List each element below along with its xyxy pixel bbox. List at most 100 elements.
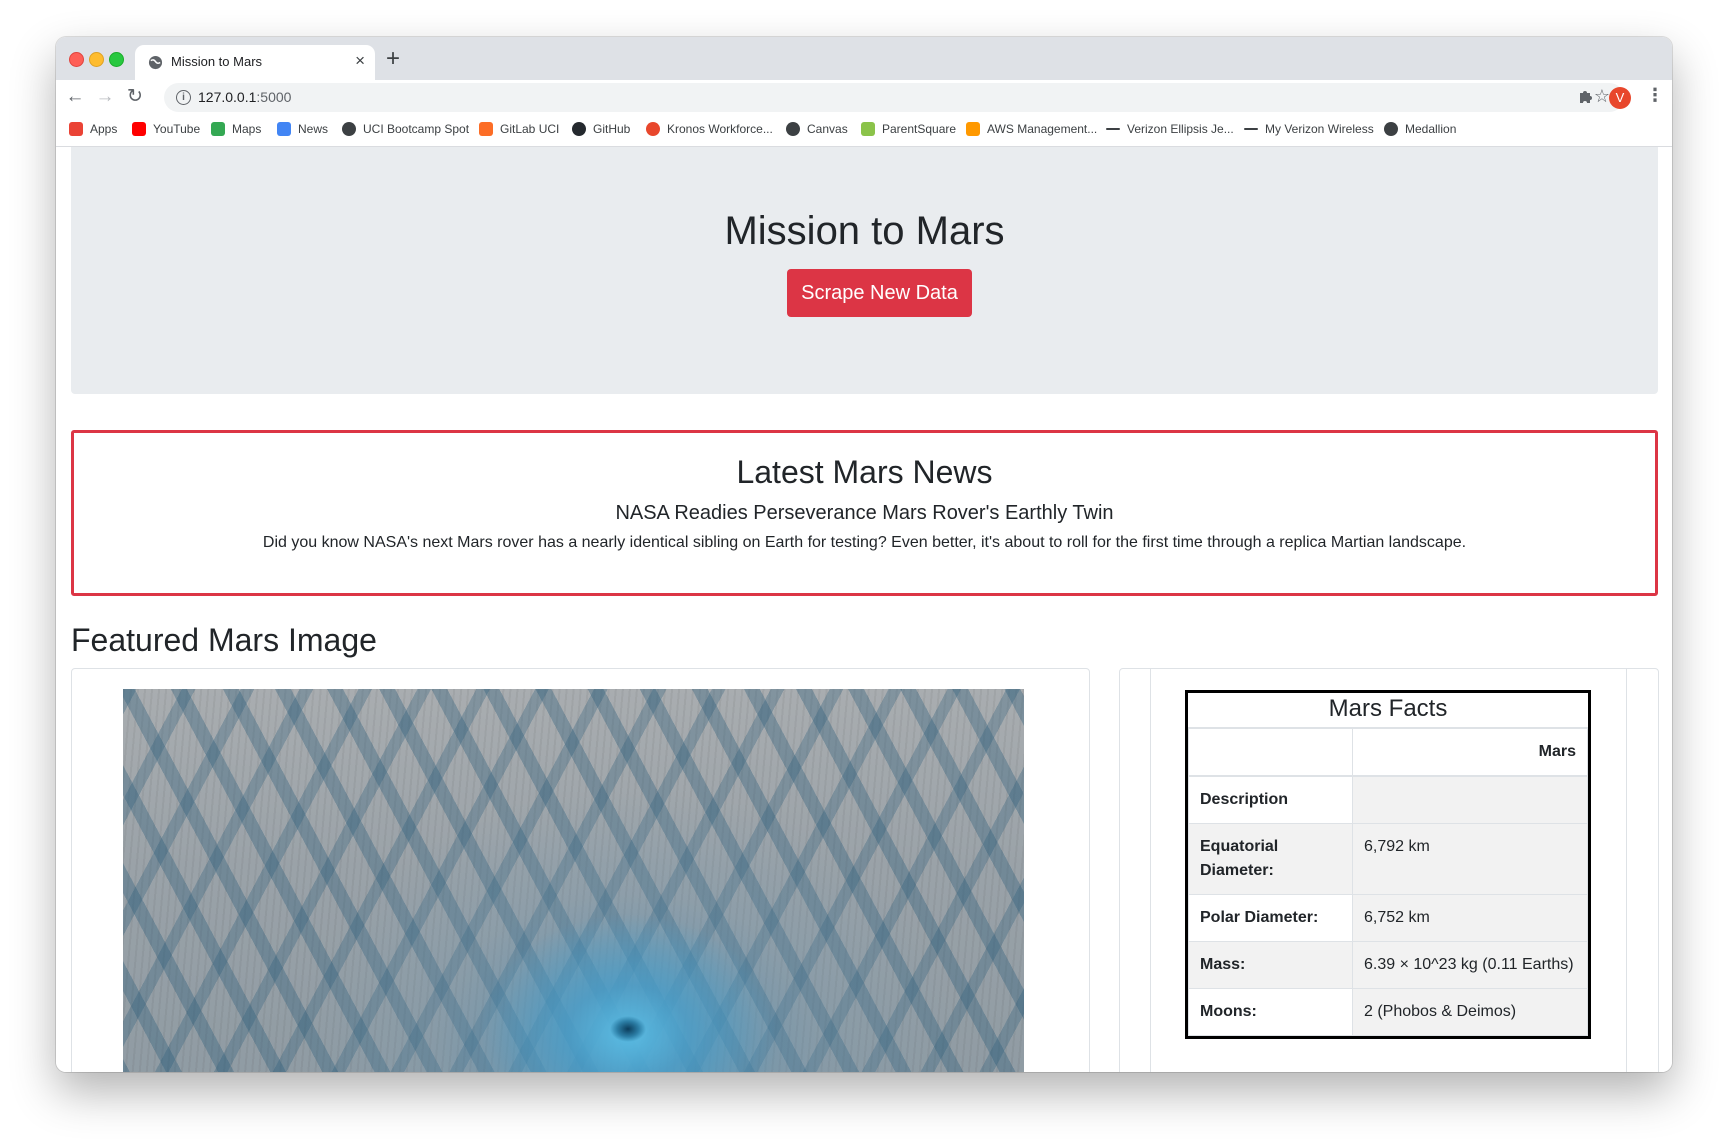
facts-header-mars: Mars — [1352, 728, 1588, 777]
kronos-icon — [646, 122, 660, 136]
facts-grid: Mars Description Equatorial Diameter: 6,79… — [1188, 728, 1588, 1036]
new-tab-button[interactable]: + — [386, 46, 400, 72]
facts-row-value: 6,752 km — [1352, 894, 1588, 942]
facts-row-value: 6.39 × 10^23 kg (0.11 Earths) — [1352, 941, 1588, 989]
facts-row: Polar Diameter: 6,752 km — [1188, 894, 1588, 942]
globe-icon — [148, 55, 163, 70]
parentsquare-icon — [861, 122, 875, 136]
bookmark-kronos-workforce[interactable]: Kronos Workforce... — [646, 122, 773, 136]
bookmark-parentsquare[interactable]: ParentSquare — [861, 122, 956, 136]
github-icon — [572, 122, 586, 136]
bookmark-canvas[interactable]: Canvas — [786, 122, 848, 136]
tab-title: Mission to Mars — [171, 54, 263, 69]
globe-icon — [1384, 122, 1398, 136]
news-icon — [277, 122, 291, 136]
site-info-icon[interactable]: i — [176, 90, 191, 105]
bookmark-label: UCI Bootcamp Spot — [363, 122, 470, 136]
mars-facts-caption: Mars Facts — [1188, 693, 1588, 728]
minimize-window-button[interactable] — [89, 52, 104, 67]
tab-mission-to-mars[interactable]: Mission to Mars × — [135, 45, 375, 80]
bookmarks-bar: Apps YouTube Maps News UCI Bootcamp Spot GitL… — [56, 115, 1672, 147]
aws-icon — [966, 122, 980, 136]
url-host: 127.0.0.1 — [198, 89, 257, 105]
facts-header-empty — [1188, 728, 1353, 777]
bookmark-label: Verizon Ellipsis Je... — [1127, 122, 1234, 136]
mars-facts-container: Mars Facts Mars Description Equatorial Di… — [1150, 669, 1627, 1072]
featured-image-card — [71, 668, 1090, 1072]
news-paragraph: Did you know NASA's next Mars rover has … — [262, 534, 1467, 551]
youtube-icon — [132, 122, 146, 136]
browser-window: Mission to Mars × + ← → ↻ i 127.0.0.1:50… — [56, 37, 1672, 1072]
facts-row-value: 6,792 km — [1352, 823, 1588, 895]
bookmark-apps[interactable]: Apps — [69, 122, 117, 136]
dash-icon — [1244, 128, 1258, 130]
browser-menu-icon[interactable]: ⋮ — [1646, 85, 1664, 106]
facts-row: Equatorial Diameter: 6,792 km — [1188, 823, 1588, 895]
latest-news-panel: Latest Mars News NASA Readies Perseveran… — [71, 430, 1658, 596]
gitlab-icon — [479, 122, 493, 136]
mars-facts-card: Mars Facts Mars Description Equatorial Di… — [1119, 668, 1659, 1072]
bookmark-verizon-ellipsis-je[interactable]: Verizon Ellipsis Je... — [1106, 122, 1234, 136]
reload-icon[interactable]: ↻ — [124, 86, 146, 108]
dash-icon — [1106, 128, 1120, 130]
maximize-window-button[interactable] — [109, 52, 124, 67]
apps-grid-icon — [69, 122, 83, 136]
bookmark-label: GitHub — [593, 122, 631, 136]
bookmark-label: My Verizon Wireless — [1265, 122, 1374, 136]
globe-icon — [786, 122, 800, 136]
bookmark-my-verizon-wireless[interactable]: My Verizon Wireless — [1244, 122, 1374, 136]
bookmark-label: Kronos Workforce... — [667, 122, 773, 136]
bookmark-uci-bootcamp-spot[interactable]: UCI Bootcamp Spot — [342, 122, 469, 136]
facts-header-row: Mars — [1188, 728, 1588, 777]
tab-strip: Mission to Mars × + — [56, 37, 1672, 80]
facts-row: Description — [1188, 775, 1588, 824]
address-bar[interactable]: i 127.0.0.1:5000 ☆ — [164, 83, 1624, 112]
maps-pin-icon — [211, 122, 225, 136]
bookmark-label: News — [298, 122, 329, 136]
bookmark-label: GitLab UCI — [500, 122, 560, 136]
bookmark-label: AWS Management... — [987, 122, 1098, 136]
bookmark-github[interactable]: GitHub — [572, 122, 630, 136]
bookmark-youtube[interactable]: YouTube — [132, 122, 200, 136]
bookmark-label: Apps — [90, 122, 118, 136]
facts-row-value — [1352, 775, 1588, 824]
bookmark-medallion[interactable]: Medallion — [1384, 122, 1456, 136]
bookmark-label: Canvas — [807, 122, 848, 136]
facts-row-value: 2 (Phobos & Deimos) — [1352, 988, 1588, 1036]
close-window-button[interactable] — [69, 52, 84, 67]
bookmark-star-icon[interactable]: ☆ — [1594, 86, 1610, 107]
bookmark-maps[interactable]: Maps — [211, 122, 261, 136]
url-port: :5000 — [256, 89, 292, 105]
facts-row-label: Polar Diameter: — [1188, 894, 1353, 942]
forward-icon[interactable]: → — [94, 86, 116, 108]
page-title: Mission to Mars — [724, 209, 1005, 253]
facts-row-label: Mass: — [1188, 941, 1353, 989]
back-icon[interactable]: ← — [64, 86, 86, 108]
url-text[interactable]: 127.0.0.1:5000 — [198, 89, 291, 105]
mars-facts-table: Mars Facts Mars Description Equatorial Di… — [1185, 690, 1591, 1039]
featured-image-heading: Featured Mars Image — [71, 622, 377, 658]
facts-row-label: Equatorial Diameter: — [1188, 823, 1353, 895]
scrape-new-data-button[interactable]: Scrape New Data — [787, 269, 972, 317]
jumbotron: Mission to Mars Scrape New Data — [71, 147, 1658, 394]
facts-row-label: Description — [1188, 775, 1353, 824]
bookmark-aws-management[interactable]: AWS Management... — [966, 122, 1097, 136]
bookmark-news[interactable]: News — [277, 122, 328, 136]
page-content: Mission to Mars Scrape New Data Latest M… — [56, 147, 1672, 1072]
globe-icon — [342, 122, 356, 136]
bookmark-label: YouTube — [153, 122, 201, 136]
profile-avatar[interactable]: V — [1609, 87, 1631, 109]
bookmark-label: Maps — [232, 122, 262, 136]
facts-row: Moons: 2 (Phobos & Deimos) — [1188, 988, 1588, 1036]
news-title: NASA Readies Perseverance Mars Rover's E… — [615, 502, 1114, 524]
news-heading: Latest Mars News — [736, 454, 993, 490]
extensions-puzzle-icon[interactable] — [1578, 88, 1594, 104]
facts-row-label: Moons: — [1188, 988, 1353, 1036]
bookmark-label: Medallion — [1405, 122, 1457, 136]
facts-row: Mass: 6.39 × 10^23 kg (0.11 Earths) — [1188, 941, 1588, 989]
featured-mars-image — [123, 689, 1024, 1072]
bookmark-label: ParentSquare — [882, 122, 957, 136]
tab-close-icon[interactable]: × — [355, 51, 365, 71]
browser-toolbar: ← → ↻ i 127.0.0.1:5000 ☆ V ⋮ — [56, 80, 1672, 115]
bookmark-gitlab-uci[interactable]: GitLab UCI — [479, 122, 559, 136]
